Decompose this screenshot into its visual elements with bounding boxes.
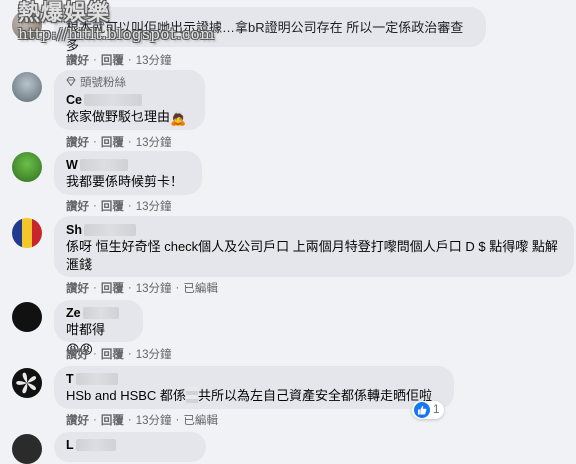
comment-actions: 讚好 · 回覆 · 13分鐘 · 已編輯	[66, 412, 218, 428]
redacted-text	[185, 387, 198, 403]
reply-link[interactable]: 回覆	[101, 134, 124, 150]
timestamp[interactable]: 13分鐘	[136, 346, 172, 362]
edited-label: 已編輯	[183, 415, 218, 427]
top-fan-badge: 頭號粉絲	[66, 76, 193, 90]
timestamp[interactable]: 13分鐘	[136, 198, 172, 214]
commenter-name[interactable]: Ze	[66, 305, 131, 321]
comment-actions: 讚好 · 回覆 · 13分鐘 · 已編輯	[66, 280, 218, 296]
redacted-name	[82, 307, 119, 319]
like-link[interactable]: 讚好	[66, 52, 89, 68]
reply-link[interactable]: 回覆	[101, 412, 124, 428]
commenter-avatar[interactable]	[12, 302, 42, 332]
commenter-name-text: Ce	[66, 93, 82, 107]
edited-label: 已編輯	[183, 283, 218, 295]
separator: ·	[93, 414, 97, 426]
comment-text: 依家做野駁乜理由🙇	[66, 108, 193, 128]
comment-actions: 讚好 · 回覆 · 13分鐘	[66, 52, 171, 68]
comment-text-part: HSb and HSBC 都係	[66, 388, 186, 403]
like-link[interactable]: 讚好	[66, 346, 89, 362]
comment-actions: 讚好 · 回覆 · 13分鐘	[66, 134, 171, 150]
timestamp[interactable]: 13分鐘	[136, 412, 172, 428]
comment-bubble: T HSb and HSBC 都係 共所以為左自己資產安全都係轉走晒佢啦	[54, 366, 454, 409]
comment-bubble: W 我都要係時候剪卡！	[54, 151, 202, 195]
timestamp[interactable]: 13分鐘	[136, 134, 172, 150]
separator: ·	[127, 282, 132, 294]
commenter-name-text: Ze	[66, 306, 81, 320]
redacted-name	[83, 94, 142, 106]
separator: ·	[93, 282, 97, 294]
reply-link[interactable]: 回覆	[101, 198, 124, 214]
separator: ·	[127, 54, 132, 66]
separator: ·	[93, 136, 97, 148]
commenter-name-text: W	[66, 158, 78, 172]
separator: ·	[93, 54, 97, 66]
separator: ·	[127, 348, 132, 360]
separator: ·	[127, 414, 132, 426]
comment-text-part: 共所以為左自己資產安全都係轉走晒佢啦	[197, 388, 432, 403]
comment-text: 我都要係時候剪卡！	[66, 174, 184, 189]
timestamp[interactable]: 13分鐘	[136, 280, 172, 296]
badge-label: 頭號粉絲	[80, 77, 126, 89]
emoji-bowing: 🙇	[170, 111, 187, 126]
commenter-name[interactable]: Sh	[66, 222, 562, 238]
like-link[interactable]: 讚好	[66, 134, 89, 150]
separator: ·	[93, 348, 97, 360]
redacted-name	[75, 439, 116, 451]
reply-link[interactable]: 回覆	[101, 280, 124, 296]
like-link[interactable]: 讚好	[66, 198, 89, 214]
thumbs-up-icon	[414, 402, 430, 418]
fan-logo-icon	[16, 372, 37, 394]
comment-actions: 讚好 · 回覆 · 13分鐘	[66, 198, 171, 214]
commenter-name[interactable]: Ce	[66, 92, 193, 108]
commenter-name-text: Sh	[66, 223, 82, 237]
commenter-name-text: T	[66, 372, 74, 386]
redacted-name	[79, 159, 128, 171]
comment-actions: 讚好 · 回覆 · 13分鐘	[66, 346, 171, 362]
redacted-name	[83, 224, 136, 236]
commenter-avatar[interactable]	[12, 10, 42, 40]
comment-text-body: 依家做野駁乜理由	[66, 109, 171, 124]
commenter-avatar[interactable]	[12, 72, 42, 102]
comment-text: 根本就可以叫佢哋出示證據…拿bR證明公司存在 所以一定係政治審查多	[66, 20, 464, 53]
separator: ·	[93, 200, 97, 212]
comment-bubble: 頭號粉絲 Ce 依家做野駁乜理由🙇	[54, 70, 205, 130]
separator: ·	[127, 200, 132, 212]
comment-text: HSb and HSBC 都係 共所以為左自己資產安全都係轉走晒佢啦	[66, 387, 442, 405]
reaction-count[interactable]: 1	[412, 401, 445, 419]
comment-bubble: 根本就可以叫佢哋出示證據…拿bR證明公司存在 所以一定係政治審查多	[54, 7, 486, 53]
commenter-name[interactable]: T	[66, 371, 442, 387]
comment-text-body: 咁都得	[66, 322, 106, 337]
diamond-icon	[66, 76, 76, 90]
reply-link[interactable]: 回覆	[101, 346, 124, 362]
commenter-name[interactable]: W	[66, 157, 190, 173]
commenter-name-text: L	[66, 438, 74, 452]
reply-link[interactable]: 回覆	[101, 52, 124, 68]
like-link[interactable]: 讚好	[66, 412, 89, 428]
comment-text: 係呀 恒生好奇怪 check個人及公司戶口 上兩個月特登打嚟問個人戶口 D $ …	[66, 239, 558, 272]
like-link[interactable]: 讚好	[66, 280, 89, 296]
redacted-name	[75, 373, 118, 385]
timestamp[interactable]: 13分鐘	[136, 52, 172, 68]
comment-bubble: L	[54, 432, 206, 462]
commenter-avatar[interactable]	[12, 434, 42, 464]
separator: ·	[175, 414, 180, 426]
commenter-avatar[interactable]	[12, 368, 42, 398]
commenter-avatar[interactable]	[12, 218, 42, 248]
comment-bubble: Sh 係呀 恒生好奇怪 check個人及公司戶口 上兩個月特登打嚟問個人戶口 D…	[54, 216, 574, 277]
separator: ·	[127, 136, 132, 148]
commenter-avatar[interactable]	[12, 152, 42, 182]
commenter-name[interactable]: L	[66, 437, 194, 453]
comment-bubble: Ze 咁都得😡😡	[54, 300, 143, 357]
separator: ·	[175, 282, 180, 294]
reaction-number: 1	[433, 404, 440, 416]
